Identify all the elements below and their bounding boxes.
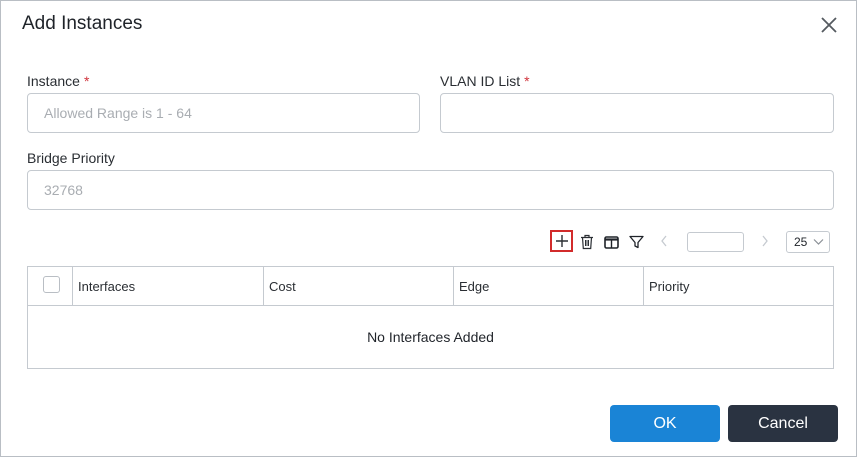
bridge-priority-label: Bridge Priority	[27, 150, 115, 166]
plus-icon	[555, 235, 568, 247]
previous-page-button[interactable]	[657, 234, 671, 248]
page-size-select[interactable]: 25	[786, 231, 830, 253]
columns-button[interactable]	[603, 234, 619, 250]
filter-button[interactable]	[628, 234, 644, 250]
empty-table-message: No Interfaces Added	[367, 329, 494, 345]
cancel-button[interactable]: Cancel	[728, 405, 838, 442]
column-header-priority[interactable]: Priority	[643, 267, 833, 305]
dialog-title: Add Instances	[22, 13, 143, 34]
required-mark: *	[83, 73, 90, 89]
select-all-checkbox[interactable]	[43, 276, 60, 293]
column-header-cost[interactable]: Cost	[263, 267, 453, 305]
table-header: Interfaces Cost Edge Priority	[28, 267, 833, 306]
close-icon[interactable]	[817, 13, 841, 37]
vlan-id-list-label: VLAN ID List *	[440, 73, 530, 89]
interfaces-table: Interfaces Cost Edge Priority No Interfa…	[27, 266, 834, 369]
column-header-interfaces[interactable]: Interfaces	[72, 267, 263, 305]
chevron-right-icon	[762, 235, 768, 247]
chevron-down-icon	[813, 239, 824, 245]
page-number-input[interactable]	[687, 232, 744, 252]
required-mark: *	[524, 73, 530, 89]
ok-button[interactable]: OK	[610, 405, 720, 442]
chevron-left-icon	[661, 235, 667, 247]
select-all-cell	[28, 267, 72, 305]
next-page-button[interactable]	[758, 234, 772, 248]
vlan-id-list-label-text: VLAN ID List	[440, 73, 521, 89]
instance-label: Instance *	[27, 73, 89, 89]
delete-button[interactable]	[579, 233, 595, 250]
filter-icon	[628, 235, 644, 249]
vlan-id-list-input[interactable]	[440, 93, 834, 133]
columns-icon	[603, 235, 619, 249]
page-size-value: 25	[794, 235, 808, 249]
bridge-priority-input[interactable]	[27, 170, 834, 210]
instance-label-text: Instance	[27, 73, 80, 89]
column-header-edge[interactable]: Edge	[453, 267, 643, 305]
add-interface-button[interactable]	[550, 230, 573, 252]
trash-icon	[581, 234, 593, 249]
instance-input[interactable]	[27, 93, 420, 133]
add-instances-dialog: Add Instances Instance* VLAN ID List* Br…	[0, 0, 857, 457]
